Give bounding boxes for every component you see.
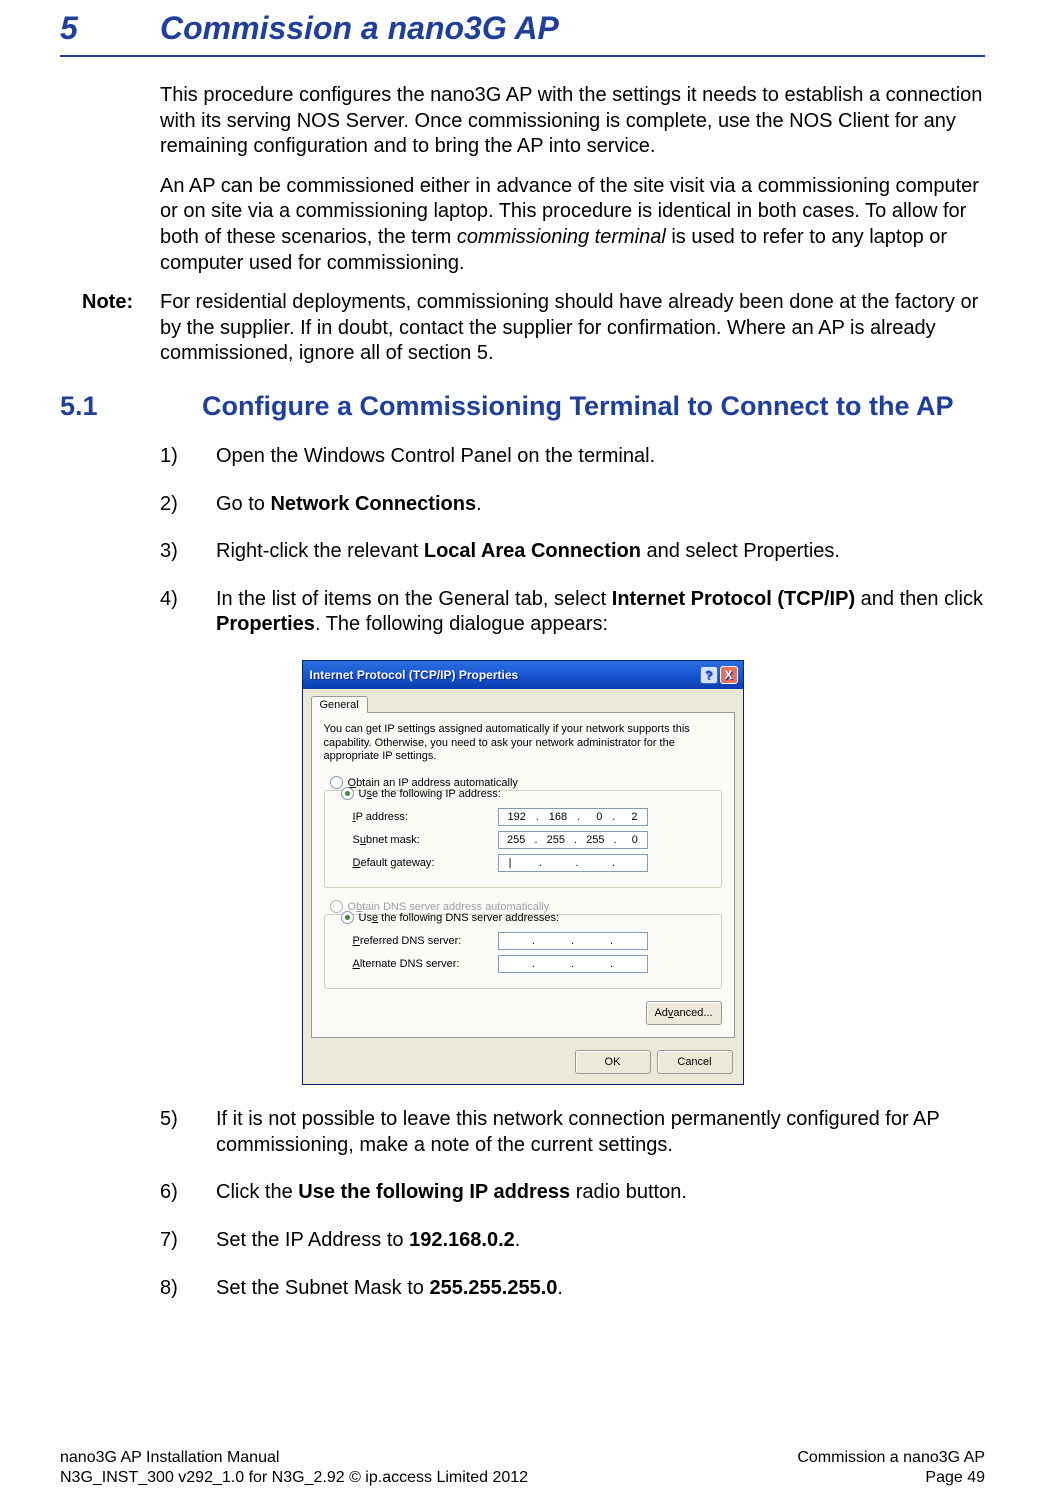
radio-icon — [341, 787, 354, 800]
step-6: 6) Click the Use the following IP addres… — [160, 1180, 985, 1206]
radio-use-following-ip[interactable]: Use the following IP address: — [341, 787, 711, 800]
dialog-title: Internet Protocol (TCP/IP) Properties — [310, 668, 519, 682]
step-8: 8) Set the Subnet Mask to 255.255.255.0. — [160, 1276, 985, 1302]
radio-use-following-dns[interactable]: Use the following DNS server addresses: — [341, 911, 711, 924]
preferred-dns-field: Preferred DNS server: . . . — [353, 932, 711, 950]
chapter-heading: 5 Commission a nano3G AP — [60, 10, 985, 47]
default-gateway-input[interactable]: | . . . — [498, 854, 648, 872]
preferred-dns-input[interactable]: . . . — [498, 932, 648, 950]
footer-section-title: Commission a nano3G AP — [797, 1448, 985, 1468]
alternate-dns-input[interactable]: . . . — [498, 955, 648, 973]
subnet-mask-input[interactable]: 255.255.255. 0 — [498, 831, 648, 849]
step-7: 7) Set the IP Address to 192.168.0.2. — [160, 1228, 985, 1254]
step-5: 5) If it is not possible to leave this n… — [160, 1107, 985, 1158]
cancel-button[interactable]: Cancel — [657, 1050, 733, 1074]
step-2: 2) Go to Network Connections. — [160, 492, 985, 518]
note-block: Note: For residential deployments, commi… — [60, 290, 985, 367]
footer-page-number: Page 49 — [797, 1468, 985, 1488]
help-icon[interactable]: ? — [700, 666, 718, 684]
subnet-mask-field: Subnet mask: 255.255.255. 0 — [353, 831, 711, 849]
tab-general[interactable]: General — [311, 696, 368, 713]
chapter-rule — [60, 55, 985, 57]
step-3: 3) Right-click the relevant Local Area C… — [160, 539, 985, 565]
step-4: 4) In the list of items on the General t… — [160, 587, 985, 638]
advanced-button[interactable]: Advanced... — [646, 1001, 722, 1025]
ok-button[interactable]: OK — [575, 1050, 651, 1074]
default-gateway-field: Default gateway: | . . . — [353, 854, 711, 872]
ip-address-input[interactable]: 192.168. 0. 2 — [498, 808, 648, 826]
intro-paragraph-2: An AP can be commissioned either in adva… — [160, 174, 985, 276]
step-1: 1) Open the Windows Control Panel on the… — [160, 444, 985, 470]
section-number: 5.1 — [60, 391, 202, 422]
page-footer: nano3G AP Installation Manual N3G_INST_3… — [60, 1448, 985, 1488]
footer-copyright: N3G_INST_300 v292_1.0 for N3G_2.92 © ip.… — [60, 1468, 528, 1488]
ip-address-field: IP address: 192.168. 0. 2 — [353, 808, 711, 826]
radio-icon — [341, 911, 354, 924]
chapter-title: Commission a nano3G AP — [160, 10, 559, 47]
note-body: For residential deployments, commissioni… — [160, 290, 985, 367]
note-label: Note: — [60, 290, 160, 367]
tcpip-properties-dialog: Internet Protocol (TCP/IP) Properties ? … — [302, 660, 744, 1085]
alternate-dns-field: Alternate DNS server: . . . — [353, 955, 711, 973]
dialog-titlebar[interactable]: Internet Protocol (TCP/IP) Properties ? … — [303, 661, 743, 689]
close-icon[interactable]: X — [720, 666, 738, 684]
footer-manual-title: nano3G AP Installation Manual — [60, 1448, 528, 1468]
dialog-description: You can get IP settings assigned automat… — [324, 723, 722, 764]
chapter-number: 5 — [60, 10, 160, 47]
section-heading: 5.1 Configure a Commissioning Terminal t… — [60, 391, 985, 422]
intro-paragraph-1: This procedure configures the nano3G AP … — [160, 83, 985, 160]
section-title: Configure a Commissioning Terminal to Co… — [202, 391, 954, 422]
